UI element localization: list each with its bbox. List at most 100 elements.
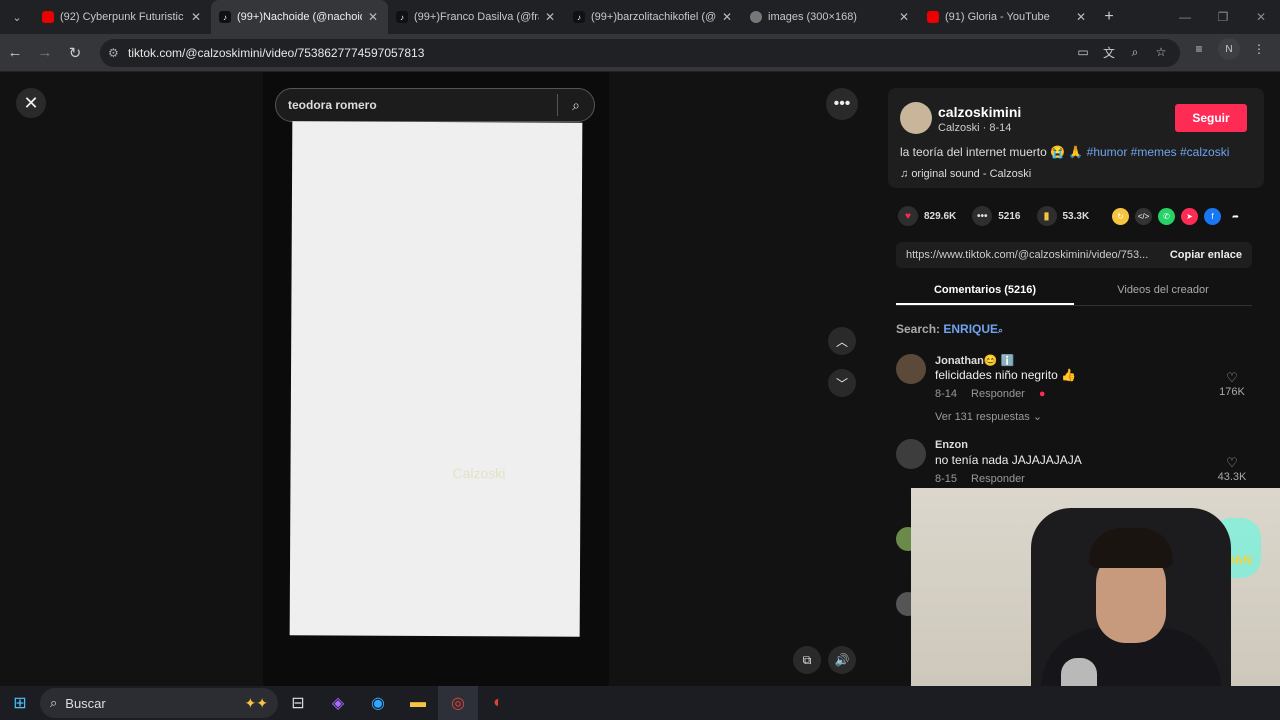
share-arrow-icon[interactable]: ➦	[1227, 208, 1244, 225]
close-tab-icon[interactable]: ✕	[545, 10, 555, 24]
reply-button[interactable]: Responder	[971, 388, 1025, 400]
saves-count: 53.3K	[1062, 210, 1090, 222]
embed-icon[interactable]: </>	[1135, 208, 1152, 225]
video-frame-paper: Calzoski	[289, 121, 583, 637]
close-tab-icon[interactable]: ✕	[368, 10, 378, 24]
music-note-icon: ♫	[900, 168, 909, 180]
copilot-icon[interactable]: ◈	[318, 686, 358, 720]
sound-link[interactable]: ♫ original sound - Calzoski	[900, 168, 1031, 180]
reply-button[interactable]: Responder	[971, 473, 1025, 485]
commenter-name[interactable]: Enzon	[935, 439, 968, 451]
search-input[interactable]: teodora romero	[276, 98, 557, 112]
heart-icon[interactable]: ♥	[898, 206, 918, 226]
browser-tab-0[interactable]: (92) Cyberpunk Futuristic D ✕	[34, 0, 211, 34]
browser-tab-2[interactable]: ♪ (99+)Franco Dasilva (@fra ✕	[388, 0, 565, 34]
new-tab-button[interactable]: +	[1096, 8, 1122, 26]
heart-outline-icon[interactable]: ♡	[1212, 370, 1252, 386]
more-options-button[interactable]: •••	[826, 88, 858, 120]
tab-comments[interactable]: Comentarios (5216)	[896, 280, 1074, 305]
browser-tab-4[interactable]: images (300×168) ✕	[742, 0, 919, 34]
sound-label[interactable]: original sound - Calzoski	[911, 168, 1031, 180]
search-query[interactable]: ENRIQUE	[943, 322, 998, 336]
description-text: la teoría del internet muerto 😭 🙏	[900, 145, 1087, 159]
browser-tab-3[interactable]: ♪ (99+)barzolitachikofiel (@b ✕	[565, 0, 742, 34]
close-video-button[interactable]: ✕	[16, 88, 46, 118]
taskbar-search-label[interactable]: Buscar	[65, 696, 236, 711]
translate-icon[interactable]: 文	[1100, 43, 1118, 61]
file-explorer-icon[interactable]: ▬	[398, 686, 438, 720]
commenter-name[interactable]: Jonathan😊 ℹ️	[935, 354, 1014, 367]
chrome-icon[interactable]: ◎	[438, 686, 478, 720]
hashtags-link[interactable]: #humor #memes #calzoski	[1087, 145, 1230, 159]
comment-text: no tenía nada JAJAJAJAJA	[935, 453, 1082, 467]
obs-icon[interactable]: ◐	[478, 686, 518, 720]
browser-tab-5[interactable]: (91) Gloria - YouTube ✕	[919, 0, 1096, 34]
close-tab-icon[interactable]: ✕	[1076, 10, 1086, 24]
back-icon[interactable]: ←	[0, 38, 30, 68]
likes-count: 829.6K	[924, 210, 957, 222]
zoom-icon[interactable]: ⌕	[1126, 43, 1144, 61]
heart-outline-icon[interactable]: ♡	[1212, 455, 1252, 471]
engagement-stats: ♥ 829.6K ••• 5216 ▮ 53.3K	[898, 206, 1099, 226]
creator-card: calzoskimini Calzoski · 8-14 Seguir la t…	[888, 88, 1264, 188]
url-bar[interactable]: ⚙ tiktok.com/@calzoskimini/video/7538627…	[100, 39, 1180, 67]
creator-avatar[interactable]	[900, 102, 932, 134]
send-icon[interactable]: ➤	[1181, 208, 1198, 225]
browser-tabbar: ⌄ (92) Cyberpunk Futuristic D ✕ ♪ (99+)N…	[0, 0, 1280, 34]
tab-label: (99+)Franco Dasilva (@fra	[414, 11, 539, 23]
comment-search-suggestion[interactable]: Search: ENRIQUE⌕	[896, 322, 1003, 336]
close-window-icon[interactable]: ✕	[1242, 0, 1280, 34]
whatsapp-icon[interactable]: ✆	[1158, 208, 1175, 225]
comment-item: Jonathan😊 ℹ️ felicidades niño negrito 👍 …	[896, 354, 1256, 434]
copy-link-button[interactable]: Copiar enlace	[1160, 249, 1252, 261]
windows-start-icon[interactable]: ⊞	[0, 686, 40, 720]
comment-text: felicidades niño negrito 👍	[935, 368, 1077, 382]
forward-icon[interactable]: →	[30, 38, 60, 68]
minimize-icon[interactable]: —	[1166, 0, 1204, 34]
reload-icon[interactable]: ↻	[60, 38, 90, 68]
sparkle-icon: ✦✦	[244, 694, 268, 711]
taskbar-search[interactable]: ⌕ Buscar ✦✦	[40, 688, 278, 718]
youtube-icon	[927, 11, 939, 23]
install-app-icon[interactable]: ▭	[1074, 43, 1092, 61]
commenter-avatar[interactable]	[896, 354, 926, 384]
comment-like[interactable]: ♡ 176K	[1212, 370, 1252, 398]
comment-date: 8-14	[935, 388, 958, 400]
bookmark-star-icon[interactable]: ☆	[1152, 43, 1170, 61]
panel-tabs: Comentarios (5216) Videos del creador	[896, 280, 1252, 306]
profile-avatar[interactable]: N	[1218, 38, 1240, 60]
creator-liked-icon: ●	[1038, 388, 1046, 400]
comment-like-count: 43.3K	[1217, 471, 1247, 483]
comment-meta: 8-15 Responder	[935, 473, 1025, 485]
video-search-box[interactable]: teodora romero ⌕	[275, 88, 595, 122]
url-text[interactable]: tiktok.com/@calzoskimini/video/753862777…	[128, 46, 424, 60]
follow-button[interactable]: Seguir	[1175, 104, 1247, 132]
media-controls-icon[interactable]: ≡	[1188, 38, 1210, 60]
comment-like[interactable]: ♡ 43.3K	[1212, 455, 1252, 483]
browser-tab-1[interactable]: ♪ (99+)Nachoide (@nachoide ✕	[211, 0, 388, 34]
floating-player-button[interactable]: ⧉	[793, 646, 821, 674]
next-video-button[interactable]: ﹀	[828, 369, 856, 397]
commenter-avatar[interactable]	[896, 439, 926, 469]
tab-creator-videos[interactable]: Videos del creador	[1074, 280, 1252, 305]
close-tab-icon[interactable]: ✕	[722, 10, 732, 24]
task-view-icon[interactable]: ⊟	[278, 686, 318, 720]
close-tab-icon[interactable]: ✕	[191, 10, 201, 24]
volume-button[interactable]: 🔊	[828, 646, 856, 674]
search-icon[interactable]: ⌕	[558, 97, 594, 114]
tab-search-menu-icon[interactable]: ⌄	[0, 0, 34, 34]
chrome-menu-icon[interactable]: ⋮	[1248, 38, 1270, 60]
repost-icon[interactable]: ↻	[1112, 208, 1129, 225]
bookmark-icon[interactable]: ▮	[1036, 206, 1057, 226]
share-link-text[interactable]: https://www.tiktok.com/@calzoskimini/vid…	[896, 249, 1160, 261]
close-tab-icon[interactable]: ✕	[899, 10, 909, 24]
edge-icon[interactable]: ◉	[358, 686, 398, 720]
view-replies-button[interactable]: Ver 131 respuestas ⌄	[935, 410, 1042, 423]
window-controls: — ❐ ✕	[1166, 0, 1280, 34]
maximize-icon[interactable]: ❐	[1204, 0, 1242, 34]
creator-username[interactable]: calzoskimini	[938, 104, 1021, 120]
comment-icon[interactable]: •••	[972, 206, 993, 226]
site-info-icon[interactable]: ⚙	[108, 46, 128, 60]
previous-video-button[interactable]: ︿	[828, 327, 856, 355]
facebook-icon[interactable]: f	[1204, 208, 1221, 225]
